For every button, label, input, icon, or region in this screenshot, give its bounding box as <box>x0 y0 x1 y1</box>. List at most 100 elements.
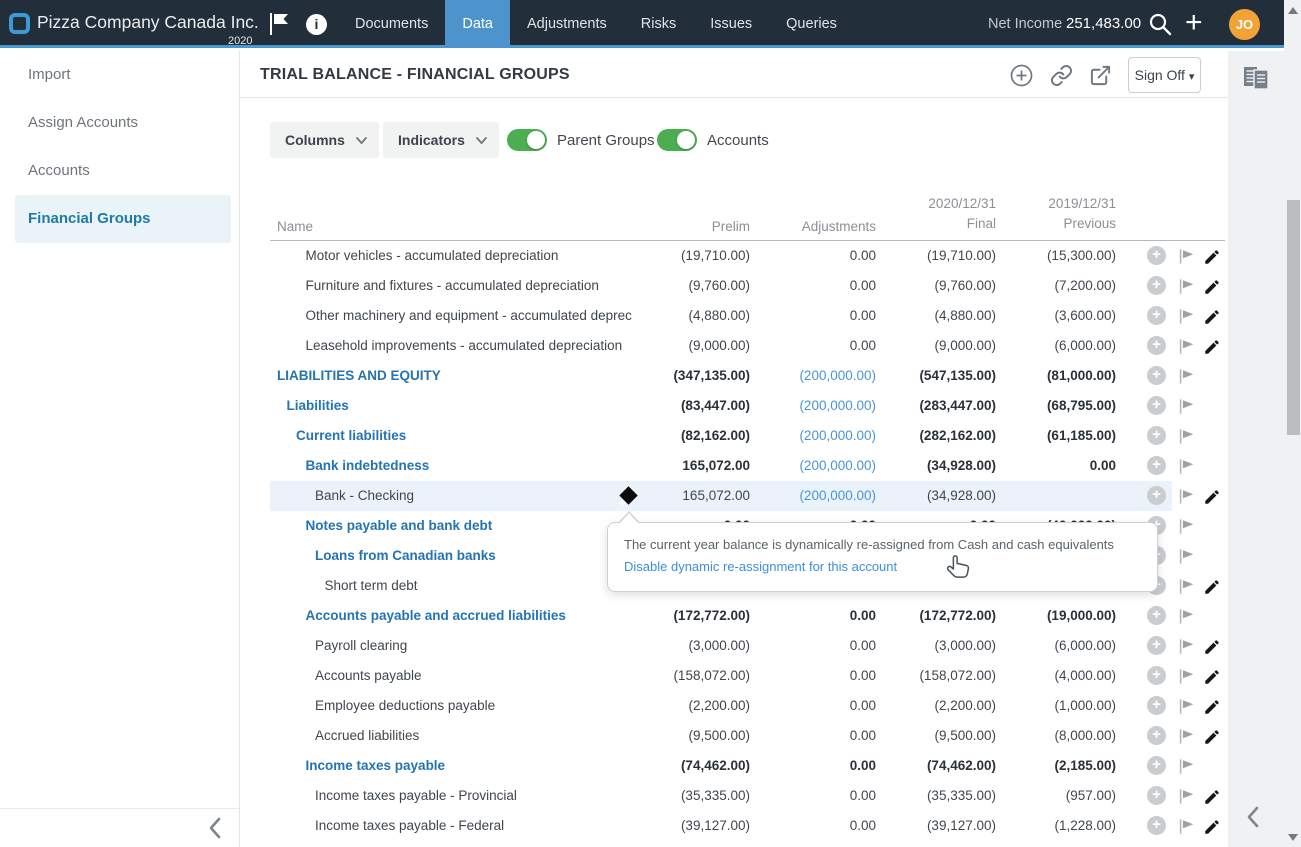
table-row[interactable]: Accounts payable(158,072.00)0.00(158,072… <box>270 661 1225 691</box>
indicators-dropdown-button[interactable]: Indicators <box>383 122 499 158</box>
company-name[interactable]: Pizza Company Canada Inc. <box>37 12 259 33</box>
sign-off-button[interactable]: Sign Off ▾ <box>1128 57 1201 93</box>
accounts-toggle[interactable] <box>657 129 697 151</box>
add-icon[interactable]: + <box>1185 4 1203 42</box>
flag-icon[interactable] <box>268 12 291 41</box>
documents-panel-icon[interactable] <box>1241 63 1271 98</box>
scroll-down-arrow-icon[interactable] <box>1288 834 1298 841</box>
add-circle-icon[interactable] <box>1010 64 1033 92</box>
sidebar: ImportAssign AccountsAccountsFinancial G… <box>0 51 240 847</box>
group-name[interactable]: Income taxes payable <box>270 751 445 781</box>
group-name[interactable]: Current liabilities <box>270 421 406 451</box>
app-logo-icon[interactable] <box>9 13 30 34</box>
chevron-down-icon <box>476 137 487 145</box>
row-add-button[interactable]: + <box>1147 606 1166 625</box>
row-add-button[interactable]: + <box>1147 666 1166 685</box>
search-icon[interactable] <box>1147 11 1174 43</box>
nav-item-documents[interactable]: Documents <box>338 0 445 48</box>
sidebar-item-import[interactable]: Import <box>15 51 231 99</box>
external-link-icon[interactable] <box>1089 64 1112 92</box>
table-row[interactable]: Income taxes payable - Federal(39,127.00… <box>270 811 1225 841</box>
table-row[interactable]: Income taxes payable(74,462.00)0.00(74,4… <box>270 751 1225 781</box>
account-name: Leasehold improvements - accumulated dep… <box>270 331 622 361</box>
row-edit-pencil-icon[interactable] <box>1203 817 1221 847</box>
sidebar-item-accounts[interactable]: Accounts <box>15 147 231 195</box>
table-row[interactable]: Motor vehicles - accumulated depreciatio… <box>270 241 1225 271</box>
row-add-button[interactable]: + <box>1147 456 1166 475</box>
column-header-name[interactable]: Name <box>277 219 313 234</box>
table-row[interactable]: Accrued liabilities(9,500.00)0.00(9,500.… <box>270 721 1225 751</box>
row-add-button[interactable]: + <box>1147 306 1166 325</box>
row-add-button[interactable]: + <box>1147 426 1166 445</box>
cell-previous: (6,000.00) <box>966 331 1116 361</box>
scroll-up-arrow-icon[interactable] <box>1288 7 1298 14</box>
columns-dropdown-button[interactable]: Columns <box>270 122 379 158</box>
table-row[interactable]: Income taxes payable - Provincial(35,335… <box>270 781 1225 811</box>
row-add-button[interactable]: + <box>1147 756 1166 775</box>
table-row[interactable]: LIABILITIES AND EQUITY(347,135.00)(200,0… <box>270 361 1225 391</box>
group-name[interactable]: Notes payable and bank debt <box>270 511 492 541</box>
account-name: Payroll clearing <box>270 631 407 661</box>
row-add-button[interactable]: + <box>1147 336 1166 355</box>
account-name: Accounts payable <box>270 661 422 691</box>
table-row[interactable]: Leasehold improvements - accumulated dep… <box>270 331 1225 361</box>
nav-item-adjustments[interactable]: Adjustments <box>510 0 624 48</box>
row-flag-icon[interactable] <box>1178 817 1196 847</box>
group-name[interactable]: Loans from Canadian banks <box>270 541 496 571</box>
tooltip-arrow <box>620 513 638 523</box>
page-title: TRIAL BALANCE - FINANCIAL GROUPS <box>260 66 570 84</box>
row-add-button[interactable]: + <box>1147 246 1166 265</box>
vertical-scrollbar[interactable] <box>1284 0 1301 847</box>
row-add-button[interactable]: + <box>1147 696 1166 715</box>
group-name[interactable]: Bank indebtedness <box>270 451 429 481</box>
table-row[interactable]: Accounts payable and accrued liabilities… <box>270 601 1225 631</box>
nav-item-queries[interactable]: Queries <box>769 0 854 48</box>
cell-previous: (8,000.00) <box>966 721 1116 751</box>
sidebar-item-financial-groups[interactable]: Financial Groups <box>15 195 231 243</box>
cell-previous: (1,000.00) <box>966 691 1116 721</box>
scrollbar-thumb[interactable] <box>1287 200 1300 435</box>
table-row[interactable]: Bank - Checking➜165,072.00(200,000.00)(3… <box>270 481 1225 511</box>
table-row[interactable]: Other machinery and equipment - accumula… <box>270 301 1225 331</box>
sidebar-collapse-chevron-icon[interactable] <box>205 815 227 846</box>
avatar[interactable]: JO <box>1229 9 1260 40</box>
link-icon[interactable] <box>1050 64 1073 92</box>
main-content: TRIAL BALANCE - FINANCIAL GROUPS Sign Of… <box>240 51 1228 847</box>
table-header: Name Prelim Adjustments 2020/12/31Final … <box>270 195 1225 241</box>
right-side-panel <box>1228 51 1284 847</box>
row-add-button[interactable]: + <box>1147 276 1166 295</box>
panel-collapse-chevron-icon[interactable] <box>1243 804 1265 835</box>
row-add-button[interactable]: + <box>1147 486 1166 505</box>
table-row[interactable]: Payroll clearing(3,000.00)0.00(3,000.00)… <box>270 631 1225 661</box>
row-add-button[interactable]: + <box>1147 366 1166 385</box>
cell-previous: (7,200.00) <box>966 271 1116 301</box>
top-navbar: Pizza Company Canada Inc. 2020 i Documen… <box>0 0 1284 48</box>
table-row[interactable]: Liabilities(83,447.00)(200,000.00)(283,4… <box>270 391 1225 421</box>
row-add-button[interactable]: + <box>1147 396 1166 415</box>
table-row[interactable]: Bank indebtedness165,072.00(200,000.00)(… <box>270 451 1225 481</box>
cell-previous: (4,000.00) <box>966 661 1116 691</box>
nav-item-risks[interactable]: Risks <box>624 0 693 48</box>
group-name[interactable]: Accounts payable and accrued liabilities <box>270 601 566 631</box>
row-add-button[interactable]: + <box>1147 786 1166 805</box>
column-header-previous[interactable]: 2019/12/31Previous <box>966 194 1116 234</box>
nav-item-issues[interactable]: Issues <box>693 0 769 48</box>
row-add-button[interactable]: + <box>1147 636 1166 655</box>
group-name[interactable]: Liabilities <box>270 391 349 421</box>
info-icon[interactable]: i <box>306 14 327 35</box>
group-name[interactable]: LIABILITIES AND EQUITY <box>270 361 441 391</box>
row-add-button[interactable]: + <box>1147 726 1166 745</box>
parent-groups-toggle[interactable] <box>507 129 547 151</box>
row-add-button[interactable]: + <box>1147 816 1166 835</box>
nav-item-data[interactable]: Data <box>445 0 510 48</box>
account-name: Short term debt <box>270 571 418 601</box>
cell-previous: (957.00) <box>966 781 1116 811</box>
table-row[interactable]: Current liabilities(82,162.00)(200,000.0… <box>270 421 1225 451</box>
net-income-label: Net Income <box>988 16 1062 32</box>
table-row[interactable]: Furniture and fixtures - accumulated dep… <box>270 271 1225 301</box>
table-row[interactable]: Employee deductions payable(2,200.00)0.0… <box>270 691 1225 721</box>
disable-dynamic-reassignment-link[interactable]: Disable dynamic re-assignment for this a… <box>624 557 1141 577</box>
account-name: Income taxes payable - Federal <box>270 811 504 841</box>
cell-previous: (68,795.00) <box>966 391 1116 421</box>
sidebar-item-assign-accounts[interactable]: Assign Accounts <box>15 99 231 147</box>
